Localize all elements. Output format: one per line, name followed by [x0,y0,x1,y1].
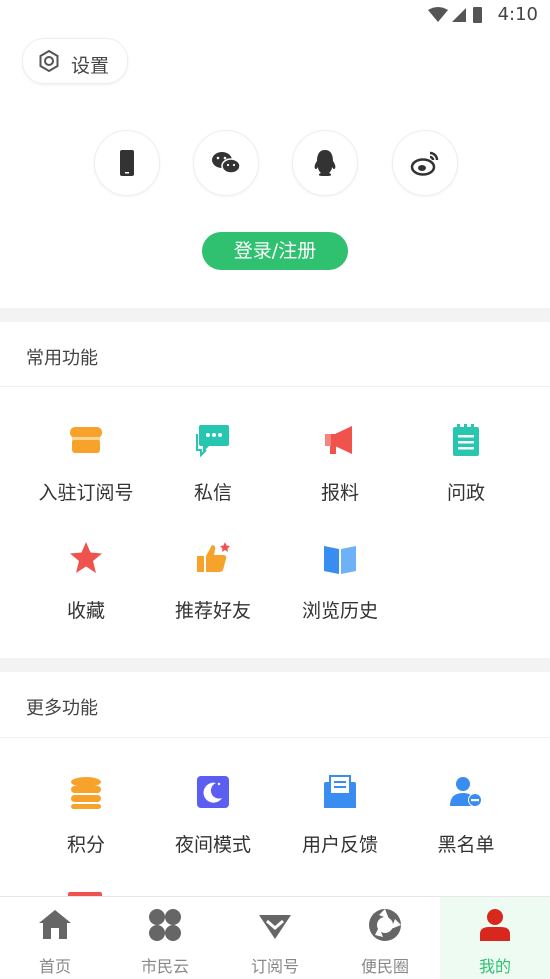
qq-icon [314,150,336,176]
phone-icon [120,150,134,176]
section-gap [0,308,550,322]
wechat-login-button[interactable] [193,130,259,196]
status-icons [428,6,488,28]
cloud-grid-icon [149,909,181,941]
notepad-icon [453,424,479,456]
join-subscription-tile[interactable]: 入驻订阅号 [18,422,154,532]
private-message-tile[interactable]: 私信 [145,422,281,532]
person-icon [480,909,510,941]
join-subscription-label: 入驻订阅号 [38,482,134,504]
blacklist-label: 黑名单 [437,834,495,856]
megaphone-icon [325,426,352,454]
points-label: 积分 [66,834,105,856]
weibo-icon [410,151,439,176]
qq-login-button[interactable] [292,130,358,196]
phone-login-button[interactable] [94,130,160,196]
moon-icon [197,776,229,808]
coins-icon [71,777,101,809]
tab-mine-label: 我的 [478,957,511,976]
settings-button[interactable]: 设置 [22,38,128,84]
private-message-label: 私信 [193,482,232,504]
tab-home-label: 首页 [38,957,71,976]
tab-subscription[interactable]: 订阅号 [220,897,330,979]
report-label: 报料 [320,482,359,504]
login-register-button[interactable]: 登录/注册 [202,232,348,270]
thumbs-up-icon [197,542,230,572]
recommend-friend-label: 推荐好友 [174,600,251,622]
status-bar: 4:10 [0,0,550,30]
browse-history-label: 浏览历史 [301,600,378,622]
points-tile[interactable]: 积分 [18,774,154,884]
divider [0,737,550,738]
user-feedback-tile[interactable]: 用户反馈 [272,774,408,884]
subscribe-icon [259,915,291,939]
user-feedback-label: 用户反馈 [301,834,378,856]
recommend-friend-tile[interactable]: 推荐好友 [145,540,281,650]
night-mode-tile[interactable]: 夜间模式 [145,774,281,884]
more-functions-title: 更多功能 [26,698,98,719]
weibo-login-button[interactable] [392,130,458,196]
tab-citizen-cloud-label: 市民云 [140,957,189,976]
tab-home[interactable]: 首页 [0,897,110,979]
blacklist-tile[interactable]: 黑名单 [398,774,534,884]
circle-icon [369,909,401,941]
book-icon [324,546,356,574]
section-gap [0,658,550,672]
tab-convenience-circle-label: 便民圈 [360,957,409,976]
tab-subscription-label: 订阅号 [250,957,299,976]
bottom-tab-bar: 首页 市民云 订阅号 便民圈 我的 [0,896,550,979]
home-icon [39,910,71,939]
message-icon [196,425,229,458]
envelope-icon [324,775,356,808]
common-functions-title: 常用功能 [26,348,98,369]
star-icon [70,542,102,573]
tab-mine[interactable]: 我的 [440,897,550,979]
night-mode-label: 夜间模式 [174,834,251,856]
favorites-label: 收藏 [66,600,105,622]
settings-icon [37,49,61,77]
user-block-icon [450,777,482,807]
browse-history-tile[interactable]: 浏览历史 [272,540,408,650]
divider [0,386,550,387]
settings-label: 设置 [71,55,110,77]
status-time: 4:10 [497,4,538,25]
report-tile[interactable]: 报料 [272,422,408,532]
favorites-tile[interactable]: 收藏 [18,540,154,650]
tab-convenience-circle[interactable]: 便民圈 [330,897,440,979]
wechat-icon [212,152,241,174]
tab-citizen-cloud[interactable]: 市民云 [110,897,220,979]
inquiry-tile[interactable]: 问政 [398,422,534,532]
inquiry-label: 问政 [446,482,485,504]
shop-icon [70,427,102,453]
